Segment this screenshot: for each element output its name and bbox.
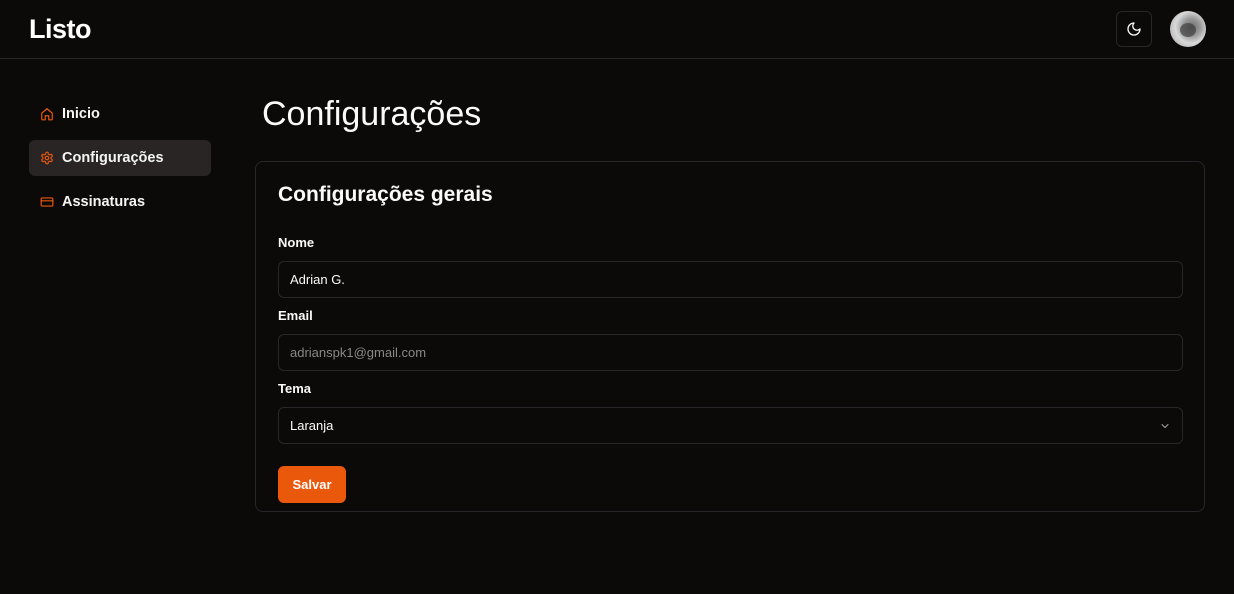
email-input-value: adrianspk1@gmail.com: [290, 345, 427, 360]
gear-icon: [41, 151, 53, 165]
email-label: Email: [278, 308, 313, 323]
theme-select-value: Laranja: [290, 418, 334, 433]
user-avatar[interactable]: [1170, 11, 1206, 47]
home-icon: [41, 108, 53, 121]
main-content: Configurações Configurações gerais Nome …: [255, 92, 1205, 512]
sidebar-item-configuracoes[interactable]: Configurações: [29, 140, 211, 176]
name-label: Nome: [278, 235, 315, 250]
page-title: Configurações: [262, 95, 482, 133]
sidebar-item-inicio[interactable]: Inicio: [29, 96, 211, 132]
moon-icon: [1127, 22, 1141, 36]
sidebar: Inicio Configurações Assinaturas: [29, 96, 211, 220]
sidebar-item-label: Inicio: [62, 106, 100, 122]
top-bar: Listo: [0, 0, 1234, 59]
sidebar-item-label: Configurações: [62, 150, 164, 166]
save-button[interactable]: Salvar: [278, 466, 346, 503]
top-actions: [1116, 11, 1206, 47]
settings-card: Configurações gerais Nome Adrian G. Emai…: [255, 161, 1205, 512]
email-input[interactable]: adrianspk1@gmail.com: [278, 334, 1183, 371]
app-logo: Listo: [29, 13, 92, 44]
sidebar-item-assinaturas[interactable]: Assinaturas: [29, 184, 211, 220]
card-title: Configurações gerais: [278, 183, 493, 206]
chevron-down-icon: [1161, 423, 1169, 428]
theme-label: Tema: [278, 381, 311, 396]
name-input-value: Adrian G.: [290, 272, 345, 287]
sidebar-item-label: Assinaturas: [62, 194, 146, 210]
theme-toggle-button[interactable]: [1116, 11, 1152, 47]
name-input[interactable]: Adrian G.: [278, 261, 1183, 298]
credit-card-icon: [40, 197, 54, 207]
theme-select[interactable]: Laranja: [278, 407, 1183, 444]
